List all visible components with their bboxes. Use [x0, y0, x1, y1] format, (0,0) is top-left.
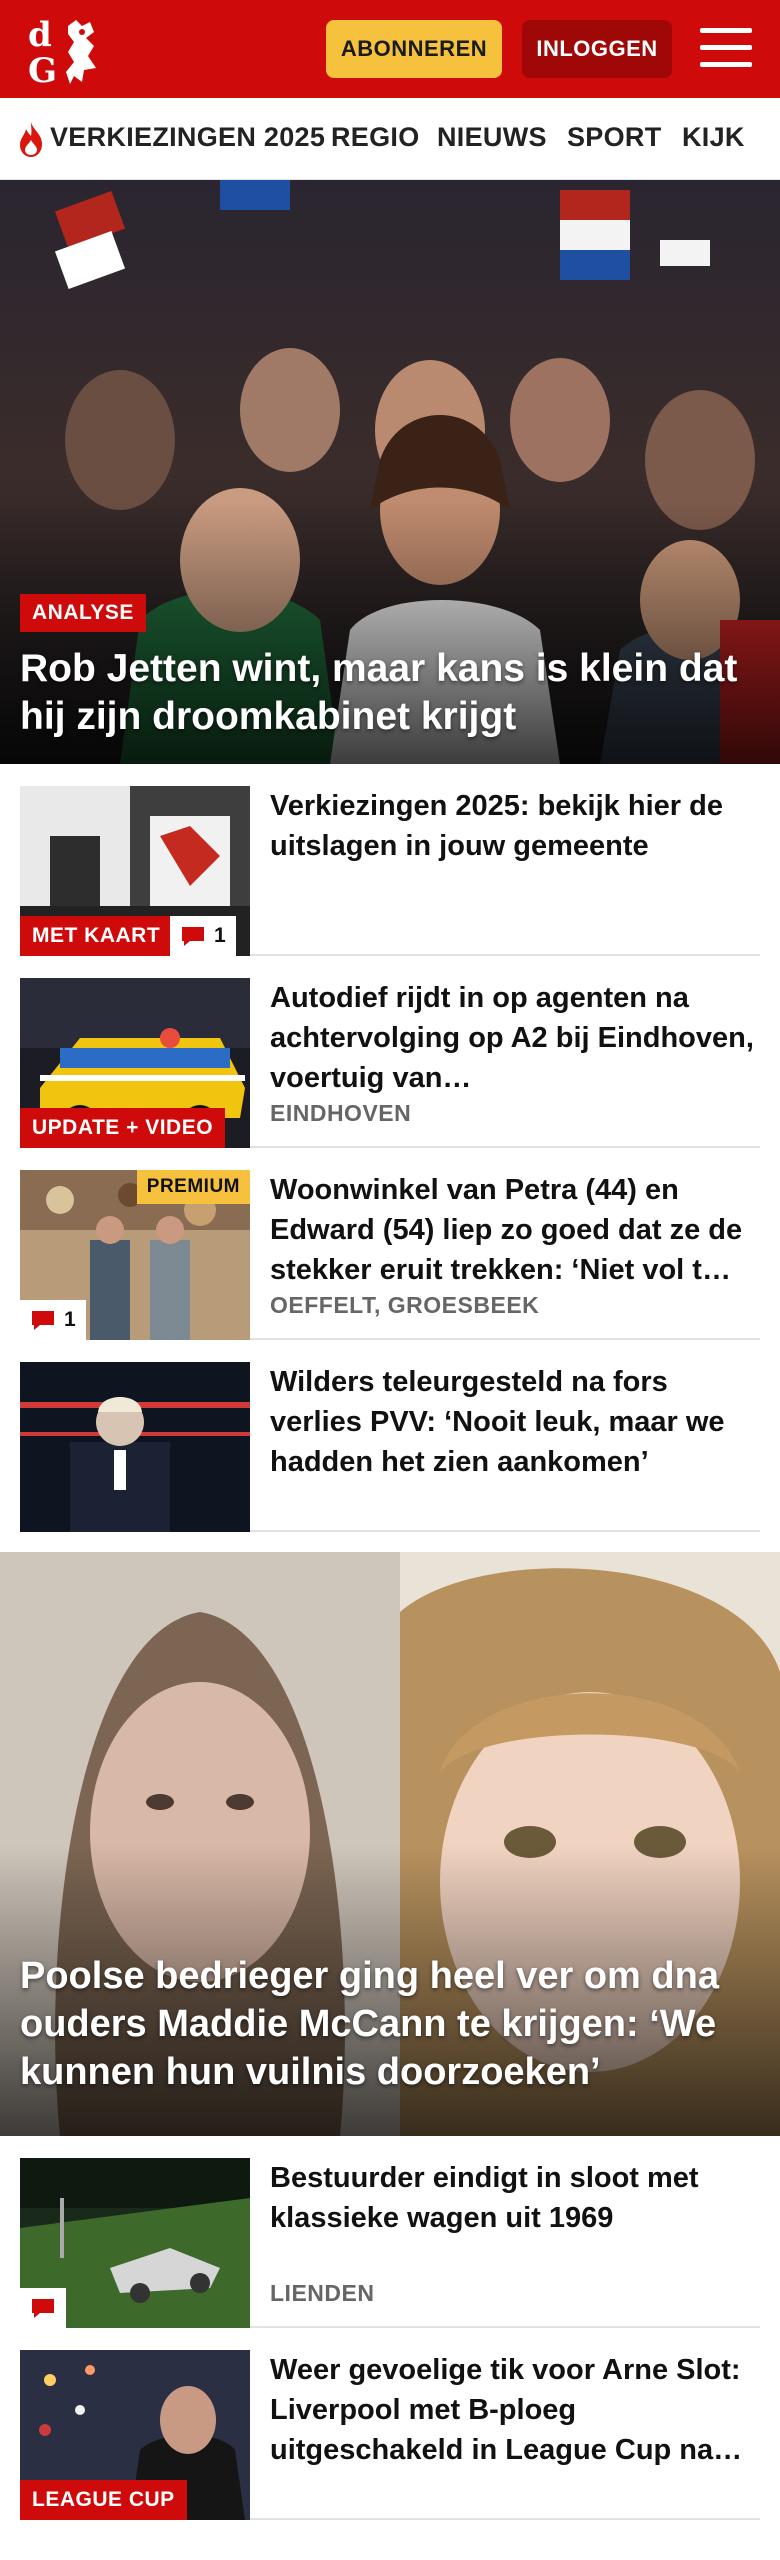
comment-badge: 1 — [20, 1300, 86, 1340]
list-item[interactable]: UPDATE + VIDEO Autodief rijdt in op agen… — [20, 958, 760, 1148]
article-thumbnail: LEAGUE CUP — [20, 2350, 250, 2520]
flame-icon — [20, 122, 42, 157]
list-item[interactable]: Wilders teleurgesteld na fors verlies PV… — [20, 1342, 760, 1532]
list-item[interactable]: LEAGUE CUP Weer gevoelige tik voor Arne … — [20, 2330, 760, 2520]
article-thumbnail: UPDATE + VIDEO — [20, 978, 250, 1148]
list-item[interactable]: MET KAART 1 Verkiezingen 2025: bekijk hi… — [20, 766, 760, 956]
featured-article[interactable]: Poolse bedrieger ging heel ver om dna ou… — [0, 1552, 780, 2136]
list-item[interactable]: PREMIUM 1 Woonwinkel van Petra (44) en E… — [20, 1150, 760, 1340]
article-thumbnail — [20, 2158, 250, 2328]
thumbnail-tag: MET KAART — [20, 916, 173, 956]
featured-title[interactable]: Poolse bedrieger ging heel ver om dna ou… — [20, 1952, 770, 2096]
svg-text:d: d — [28, 15, 52, 55]
article-title[interactable]: Weer gevoelige tik voor Arne Slot: Liver… — [270, 2350, 760, 2470]
article-thumbnail — [20, 1362, 250, 1532]
thumbnail-tag: LEAGUE CUP — [20, 2480, 187, 2520]
hero-article[interactable]: ANALYSE Rob Jetten wint, maar kans is kl… — [0, 180, 780, 764]
article-title[interactable]: Bestuurder eindigt in sloot met klassiek… — [270, 2158, 760, 2238]
article-thumbnail: PREMIUM 1 — [20, 1170, 250, 1340]
comment-icon — [32, 2299, 54, 2318]
nav-item-nieuws[interactable]: NIEUWS — [437, 122, 547, 153]
comment-icon — [182, 927, 204, 946]
nav-item-verkiezingen[interactable]: VERKIEZINGEN 2025 — [50, 122, 325, 153]
svg-text:G: G — [28, 51, 57, 88]
hero-title[interactable]: Rob Jetten wint, maar kans is klein dat … — [20, 645, 760, 741]
thumbnail-tag: UPDATE + VIDEO — [20, 1108, 226, 1148]
comment-badge — [20, 2288, 66, 2328]
article-location: EINDHOVEN — [270, 1100, 412, 1126]
section-nav: VERKIEZINGEN 2025 REGIO NIEUWS SPORT KIJ… — [0, 98, 780, 180]
article-title[interactable]: Wilders teleurgesteld na fors verlies PV… — [270, 1362, 760, 1482]
article-title[interactable]: Woonwinkel van Petra (44) en Edward (54)… — [270, 1170, 760, 1290]
comment-count: 1 — [214, 924, 226, 947]
nav-item-regio[interactable]: REGIO — [331, 122, 420, 153]
list-item[interactable]: Bestuurder eindigt in sloot met klassiek… — [20, 2138, 760, 2328]
subscribe-button[interactable]: ABONNEREN — [326, 20, 502, 78]
article-location: OEFFELT, GROESBEEK — [270, 1292, 540, 1318]
article-thumbnail: MET KAART 1 — [20, 786, 250, 956]
hero-tag: ANALYSE — [20, 594, 146, 632]
nav-item-sport[interactable]: SPORT — [567, 122, 662, 153]
hamburger-menu-icon[interactable] — [700, 26, 752, 70]
premium-badge: PREMIUM — [136, 1170, 250, 1204]
article-location: LIENDEN — [270, 2280, 375, 2306]
nav-item-kijk[interactable]: KIJK — [682, 122, 745, 153]
top-header: d G ABONNEREN INLOGGEN — [0, 0, 780, 98]
article-title[interactable]: Verkiezingen 2025: bekijk hier de uitsla… — [270, 786, 760, 866]
comment-badge: 1 — [170, 916, 236, 956]
article-title[interactable]: Autodief rijdt in op agenten na achtervo… — [270, 978, 760, 1098]
comment-icon — [32, 1311, 54, 1330]
login-button[interactable]: INLOGGEN — [522, 20, 672, 78]
comment-count: 1 — [64, 1308, 76, 1331]
dg-logo[interactable]: d G — [24, 12, 116, 91]
